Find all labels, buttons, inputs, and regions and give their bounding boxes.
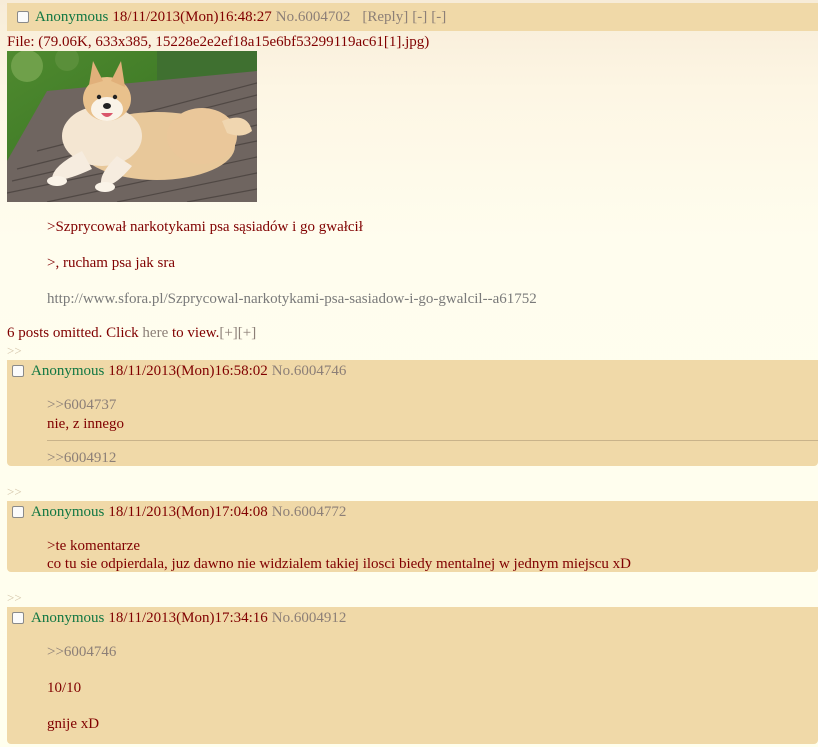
reply-marker: >> [7, 343, 22, 358]
omitted-here-link[interactable]: here [142, 325, 168, 341]
reply-header: Anonymous 18/11/2013(Mon)16:58:02 No.600… [7, 361, 818, 381]
reply-message-line: 10/10 [47, 680, 82, 696]
reply-post-number[interactable]: No.6004746 [272, 363, 347, 380]
reply-datetime: 18/11/2013(Mon)16:58:02 [108, 362, 268, 379]
op-datetime: 18/11/2013(Mon)16:48:27 [112, 8, 272, 25]
op-post-number[interactable]: No.6004702 [276, 9, 351, 26]
reply-datetime: 18/11/2013(Mon)17:04:08 [108, 503, 268, 520]
omitted-text-after: to view. [168, 325, 220, 341]
reply-select-checkbox[interactable] [12, 365, 24, 377]
reply-marker: >> [7, 590, 22, 605]
quote-link[interactable]: >>6004746 [47, 644, 116, 661]
collapse-thread-link[interactable]: [-] [431, 9, 446, 25]
omitted-text: 6 posts omitted. Click [7, 325, 143, 341]
reply-datetime: 18/11/2013(Mon)17:34:16 [108, 609, 268, 626]
reply-message-line: >te komentarze [47, 538, 140, 554]
reply-poster-name: Anonymous [31, 503, 105, 520]
reply-select-checkbox[interactable] [12, 506, 24, 518]
op-actions: [Reply] [-] [-] [362, 9, 450, 26]
backlink[interactable]: >>6004912 [47, 450, 116, 467]
reply-post: Anonymous 18/11/2013(Mon)17:34:16 No.600… [7, 607, 818, 744]
reply-marker: >> [7, 484, 22, 499]
op-message-line-2: >, rucham psa jak sra [47, 255, 175, 271]
reply-poster-name: Anonymous [31, 609, 105, 626]
omitted-posts-notice: 6 posts omitted. Click here to view.[+][… [7, 325, 256, 342]
reply-header: Anonymous 18/11/2013(Mon)17:04:08 No.600… [7, 502, 818, 522]
reply-message-line: nie, z innego [47, 416, 125, 432]
hide-thread-link[interactable]: [-] [412, 9, 427, 25]
reply-post: Anonymous 18/11/2013(Mon)16:58:02 No.600… [7, 360, 818, 466]
reply-link[interactable]: [Reply] [362, 9, 408, 25]
op-post-header: Anonymous 18/11/2013(Mon)16:48:27 No.600… [7, 3, 818, 31]
reply-post-number[interactable]: No.6004772 [272, 504, 347, 521]
backlinks-divider [47, 440, 818, 441]
op-select-checkbox[interactable] [17, 11, 29, 23]
expand-all-link[interactable]: [+] [238, 325, 256, 341]
op-image-thumbnail[interactable] [7, 51, 257, 202]
reply-post: Anonymous 18/11/2013(Mon)17:04:08 No.600… [7, 501, 818, 572]
op-message-line-1: >Szprycował narkotykami psa sąsiadów i g… [47, 219, 363, 235]
reply-poster-name: Anonymous [31, 362, 105, 379]
reply-message-line: gnije xD [47, 716, 100, 732]
op-file-info: File: (79.06K, 633x385, 15228e2e2ef18a15… [7, 34, 430, 50]
quote-link[interactable]: >>6004737 [47, 397, 116, 414]
expand-link[interactable]: [+] [219, 325, 237, 341]
reply-select-checkbox[interactable] [12, 612, 24, 624]
op-message-url[interactable]: http://www.sfora.pl/Szprycowal-narkotyka… [47, 291, 537, 308]
reply-message-line: co tu sie odpierdala, juz dawno nie widz… [47, 556, 632, 572]
reply-header: Anonymous 18/11/2013(Mon)17:34:16 No.600… [7, 608, 818, 628]
dog-photo [7, 51, 257, 202]
op-poster-name: Anonymous [35, 8, 109, 25]
reply-post-number[interactable]: No.6004912 [272, 610, 347, 627]
